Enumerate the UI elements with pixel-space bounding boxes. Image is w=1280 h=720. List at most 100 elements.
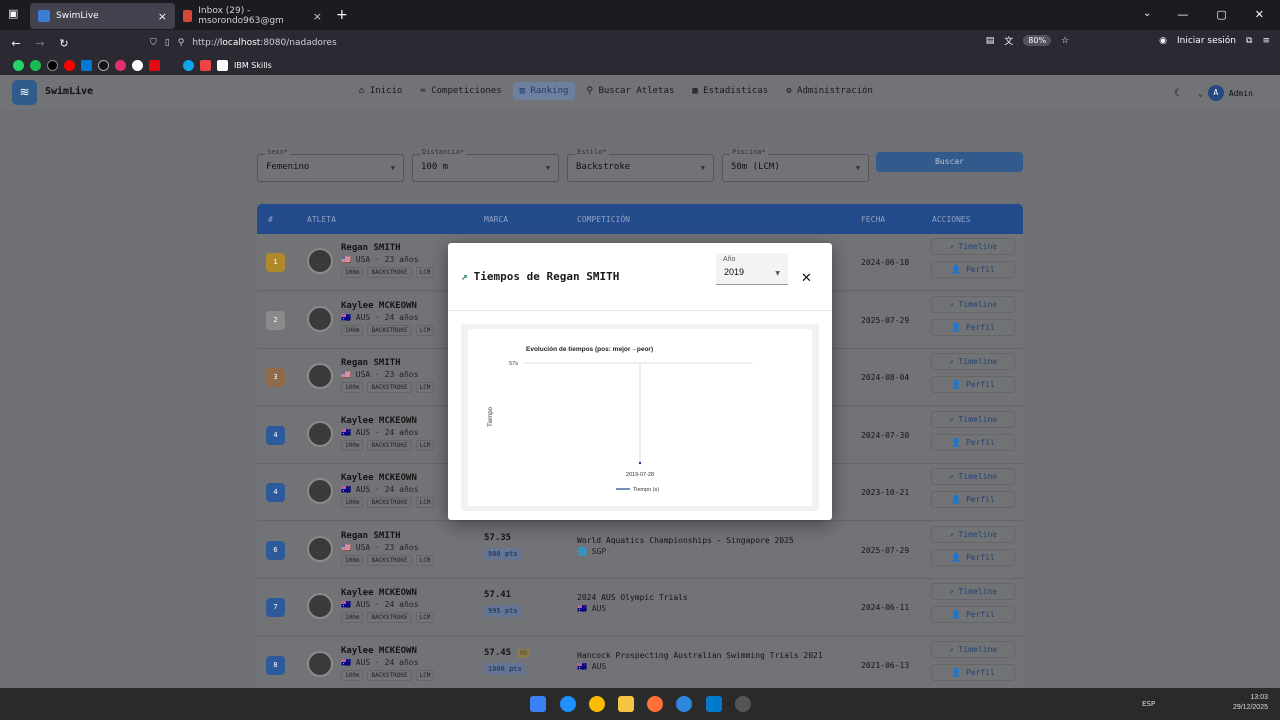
tab-inbox[interactable]: Inbox (29) - msorondo963@gm × xyxy=(175,3,330,29)
timeline-button[interactable]: ↗ Timeline xyxy=(931,640,1015,658)
spotify-icon[interactable] xyxy=(30,60,41,71)
translate-icon[interactable]: 文 xyxy=(1004,34,1013,47)
google-icon[interactable] xyxy=(132,60,143,71)
avatar[interactable] xyxy=(307,650,333,677)
maximize-icon[interactable]: ▢ xyxy=(1216,8,1226,21)
menu-estadisticas[interactable]: ▦ Estadisticas xyxy=(685,82,775,100)
instagram-icon[interactable] xyxy=(115,60,126,71)
edge-icon[interactable] xyxy=(560,696,576,712)
outlook-icon[interactable] xyxy=(81,60,92,71)
avatar[interactable] xyxy=(307,248,333,274)
bookmark-star-icon[interactable]: ☆ xyxy=(1061,36,1069,46)
chevron-down-icon[interactable]: ⌄ xyxy=(1143,8,1151,19)
athlete-name[interactable]: Regan SMITH xyxy=(341,243,401,253)
new-tab-icon[interactable]: + xyxy=(336,7,348,23)
perfil-button[interactable]: 👤 Perfil xyxy=(931,318,1015,336)
start-icon[interactable] xyxy=(530,696,546,712)
sexo-select[interactable]: Sexo* Femenino ▼ xyxy=(257,148,404,182)
menu-inicio[interactable]: ⌂ Inicio xyxy=(352,82,409,100)
signin-label[interactable]: Iniciar sesión xyxy=(1177,36,1236,46)
vscode-icon[interactable] xyxy=(706,696,722,712)
athlete-name[interactable]: Regan SMITH xyxy=(341,358,401,368)
athlete-name[interactable]: Regan SMITH xyxy=(341,531,401,541)
tab-close-icon[interactable]: × xyxy=(158,10,167,23)
reload-icon[interactable]: ↻ xyxy=(52,37,76,50)
avatar[interactable] xyxy=(307,305,333,332)
tab-close-icon[interactable]: × xyxy=(313,10,322,23)
reader-view-icon[interactable]: ▤ xyxy=(986,36,995,46)
system-clock[interactable]: 13:03 29/12/2025 xyxy=(1233,693,1268,713)
brand-name[interactable]: SwimLive xyxy=(45,86,93,97)
avatar[interactable] xyxy=(307,478,333,504)
url-bar[interactable]: ⛉ ▯ ⚲ http://localhost:8080/nadadores xyxy=(150,33,1085,53)
user-menu[interactable]: ⌄ A Admin xyxy=(1198,85,1253,101)
app-icon[interactable] xyxy=(676,696,692,712)
athlete-name[interactable]: Kaylee MCKEOWN xyxy=(341,646,417,656)
perfil-button[interactable]: 👤 Perfil xyxy=(931,663,1015,681)
athlete-name[interactable]: Kaylee MCKEOWN xyxy=(341,416,417,426)
tab-swimlive[interactable]: SwimLive × xyxy=(30,3,175,29)
timeline-button[interactable]: ↗ Timeline xyxy=(931,468,1015,485)
distancia-select[interactable]: Distancia* 100 m ▼ xyxy=(412,148,559,182)
athlete-name[interactable]: Kaylee MCKEOWN xyxy=(341,588,417,598)
timeline-button[interactable]: ↗ Timeline xyxy=(931,238,1015,255)
tab-list-icon[interactable]: ▣ xyxy=(8,7,18,20)
avatar[interactable] xyxy=(307,420,333,447)
menu-ranking[interactable]: ▥ Ranking xyxy=(512,82,576,100)
back-icon[interactable]: ← xyxy=(4,37,28,50)
youtube-icon[interactable] xyxy=(64,60,75,71)
chrome-icon[interactable] xyxy=(589,696,605,712)
url-text[interactable]: http://localhost:8080/nadadores xyxy=(192,38,336,48)
avatar[interactable] xyxy=(307,593,333,619)
bookmark-ibm-skills[interactable]: IBM Skills xyxy=(234,61,272,70)
perfil-button[interactable]: 👤 Perfil xyxy=(931,261,1015,278)
tiktok-icon[interactable] xyxy=(98,60,109,71)
timeline-button[interactable]: ↗ Timeline xyxy=(931,353,1015,370)
netflix-icon[interactable] xyxy=(149,60,160,71)
language-indicator[interactable]: ESP xyxy=(1142,700,1155,708)
zoom-badge[interactable]: 80% xyxy=(1023,35,1052,46)
minimize-icon[interactable]: — xyxy=(1177,8,1188,21)
competition-name[interactable]: World Aquatics Championships - Singapore… xyxy=(577,536,794,545)
timeline-button[interactable]: ↗ Timeline xyxy=(931,583,1015,600)
athlete-name[interactable]: Kaylee MCKEOWN xyxy=(341,301,417,311)
github-icon[interactable] xyxy=(735,696,751,712)
perfil-button[interactable]: 👤 Perfil xyxy=(931,491,1015,508)
account-icon[interactable]: ◉ xyxy=(1159,36,1167,46)
timeline-button[interactable]: ↗ Timeline xyxy=(931,525,1015,543)
menu-icon[interactable]: ≡ xyxy=(1262,36,1270,46)
timeline-button[interactable]: ↗ Timeline xyxy=(931,410,1015,428)
perfil-button[interactable]: 👤 Perfil xyxy=(931,548,1015,566)
perfil-button[interactable]: 👤 Perfil xyxy=(931,433,1015,451)
avatar[interactable] xyxy=(307,363,333,389)
perfil-button[interactable]: 👤 Perfil xyxy=(931,606,1015,623)
mail-icon[interactable] xyxy=(200,60,211,71)
estilo-select[interactable]: Estilo* Backstroke ▼ xyxy=(567,148,714,182)
year-select[interactable]: Año 2019 ▼ xyxy=(716,253,788,285)
ibm-icon[interactable] xyxy=(217,60,228,71)
avatar[interactable] xyxy=(307,535,333,562)
dark-mode-icon[interactable]: ☾ xyxy=(1174,88,1183,99)
athlete-name[interactable]: Kaylee MCKEOWN xyxy=(341,473,417,483)
whatsapp-icon[interactable] xyxy=(13,60,24,71)
firefox-icon[interactable] xyxy=(647,696,663,712)
swimlive-logo-icon[interactable]: ≋ xyxy=(12,80,37,105)
competition-name[interactable]: 2024 AUS Olympic Trials xyxy=(577,593,688,602)
search-button[interactable]: Buscar xyxy=(876,152,1023,172)
permissions-icon[interactable]: ⚲ xyxy=(178,38,185,48)
cloud-icon[interactable] xyxy=(183,60,194,71)
extensions-icon[interactable]: ⧉ xyxy=(1246,36,1252,46)
menu-competiciones[interactable]: ≈ Competiciones xyxy=(413,82,508,100)
perfil-button[interactable]: 👤 Perfil xyxy=(931,376,1015,393)
x-icon[interactable] xyxy=(47,60,58,71)
piscina-select[interactable]: Piscina* 50m (LCM) ▼ xyxy=(722,148,869,182)
close-icon[interactable]: ✕ xyxy=(801,271,812,286)
menu-buscar-atletas[interactable]: ⚲ Buscar Atletas xyxy=(579,82,681,100)
forward-icon[interactable]: → xyxy=(28,37,52,50)
window-close-icon[interactable]: ✕ xyxy=(1255,8,1264,21)
shield-icon[interactable]: ⛉ xyxy=(150,38,157,48)
timeline-button[interactable]: ↗ Timeline xyxy=(931,295,1015,313)
menu-administracion[interactable]: ⚙ Administración xyxy=(779,82,880,100)
file-explorer-icon[interactable] xyxy=(618,696,634,712)
competition-name[interactable]: Hancock Prospecting Australian Swimming … xyxy=(577,651,823,660)
